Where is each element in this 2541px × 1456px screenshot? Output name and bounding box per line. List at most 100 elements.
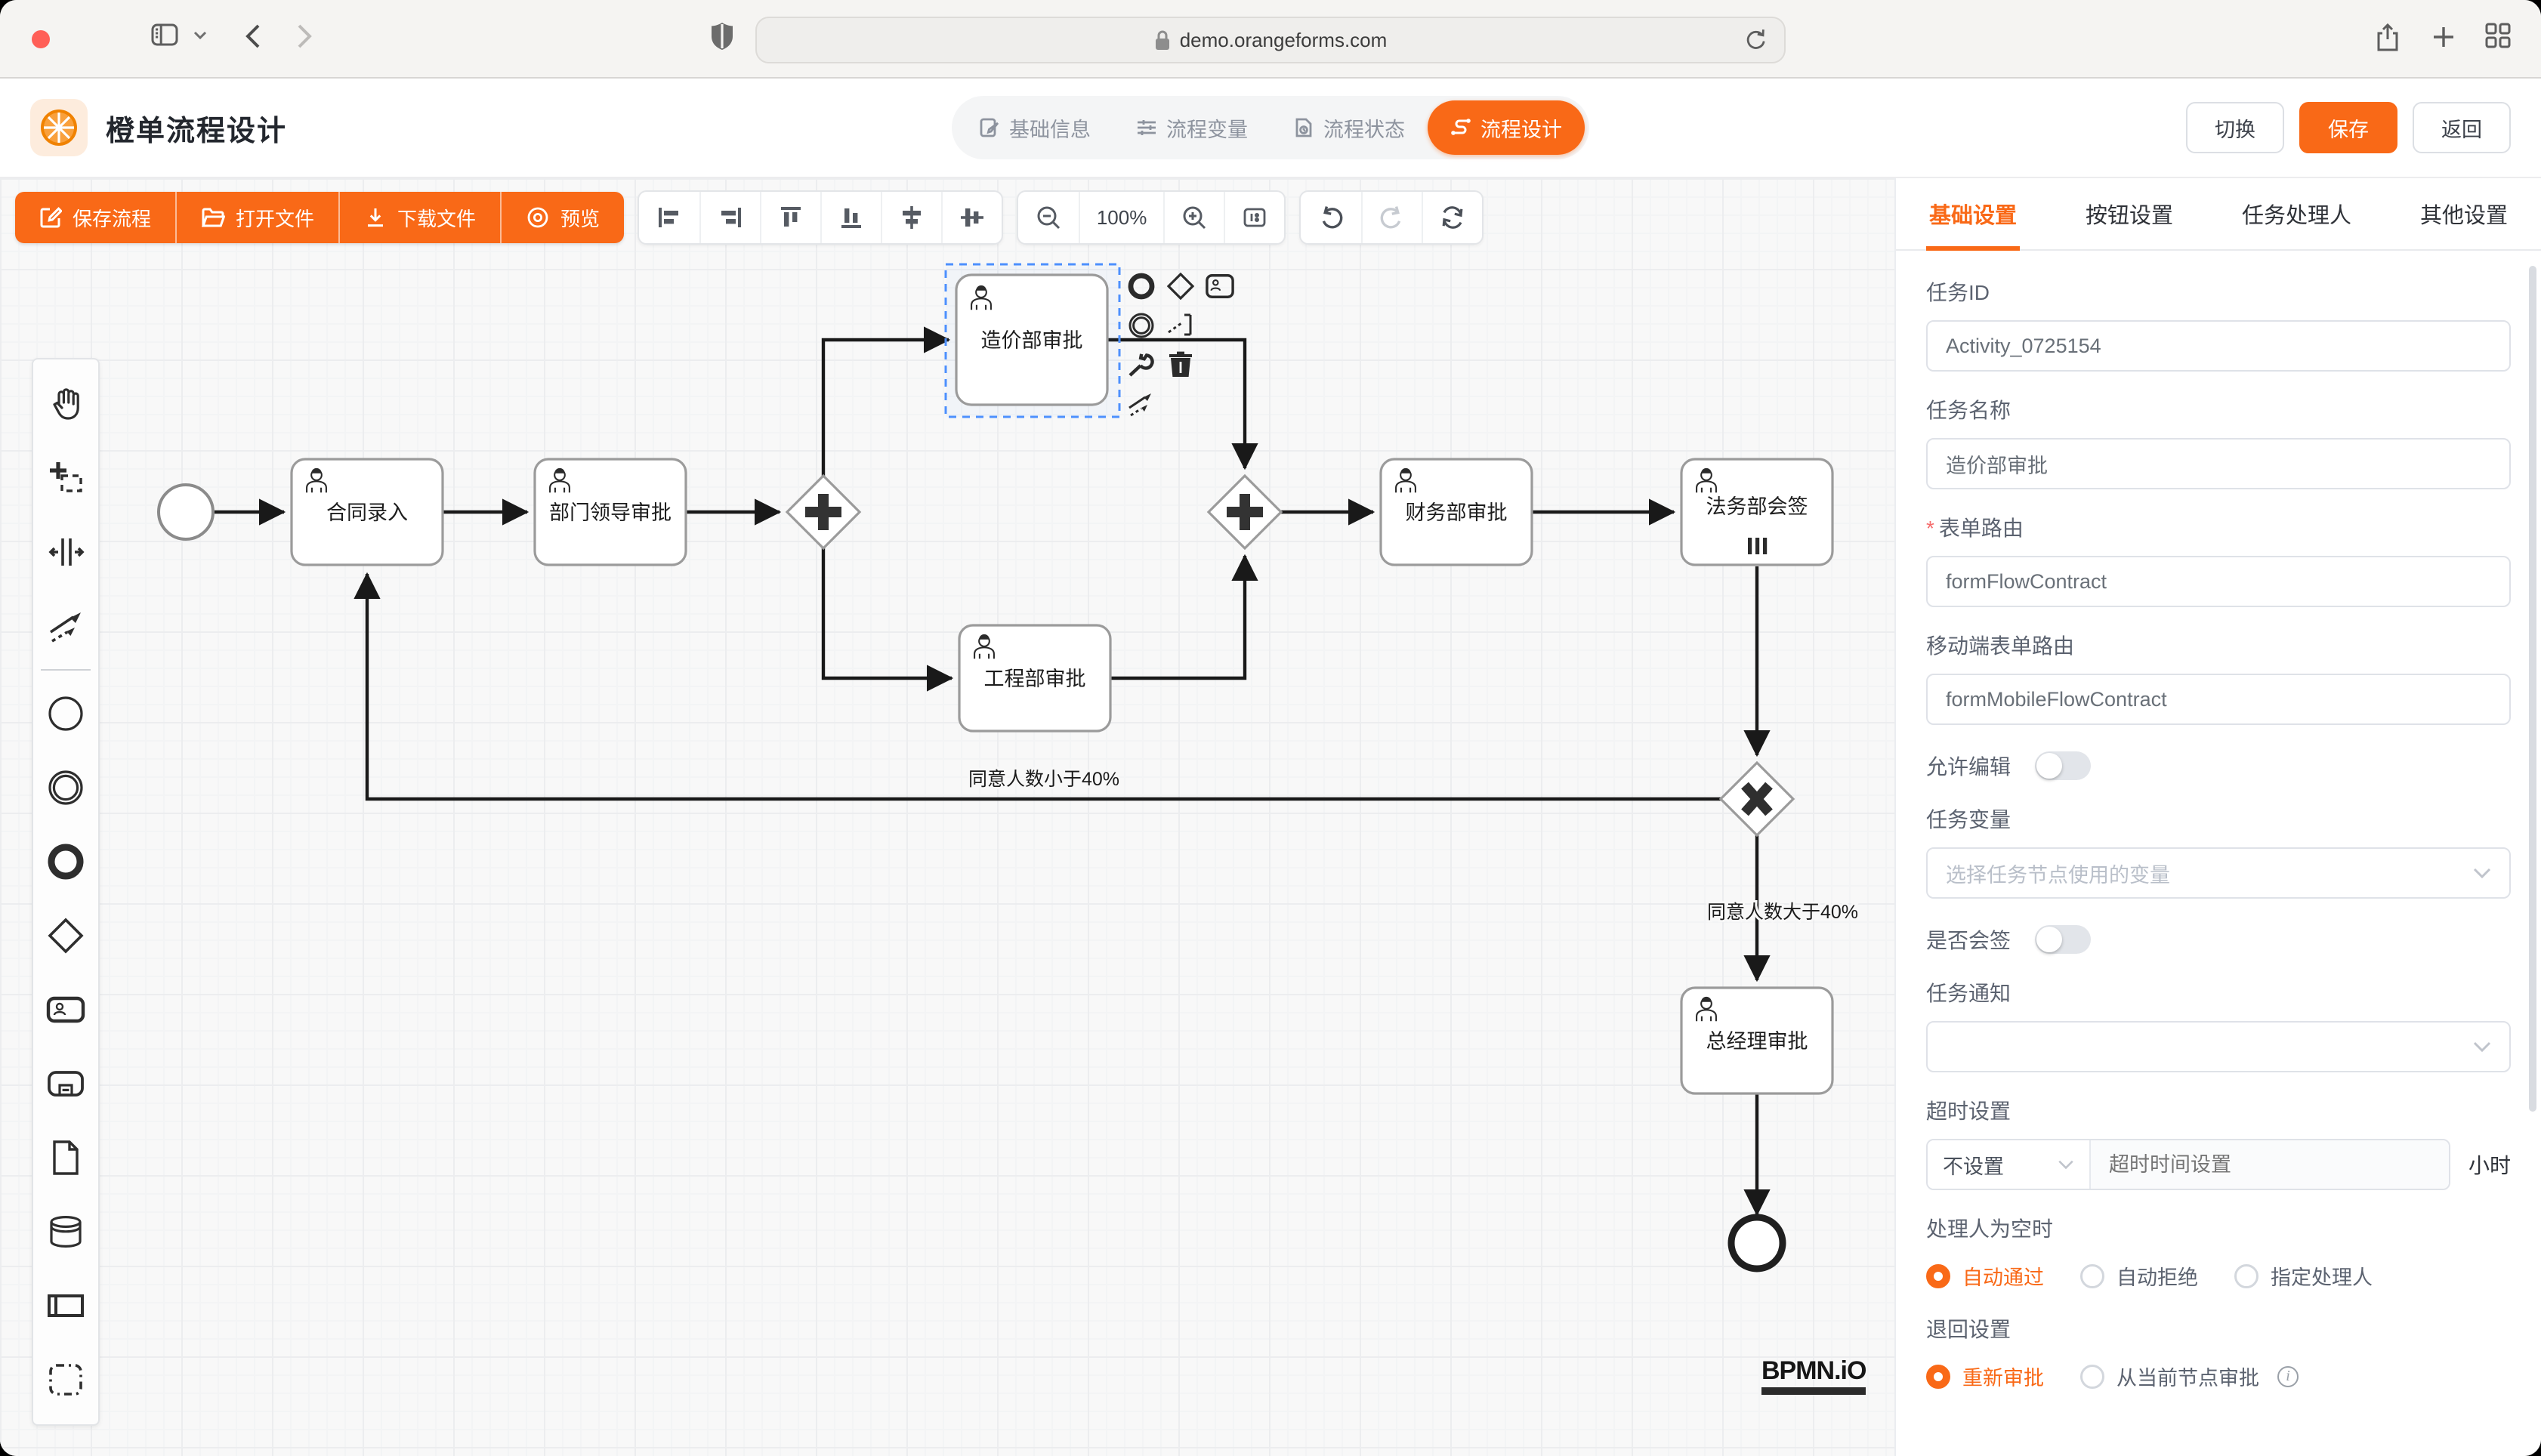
start-event[interactable] — [159, 485, 213, 539]
datastore-icon[interactable] — [32, 1195, 100, 1269]
forward-icon[interactable] — [296, 23, 313, 50]
parallel-gateway-split[interactable] — [787, 476, 860, 548]
end-event[interactable] — [1731, 1217, 1783, 1269]
zoom-out-icon[interactable] — [1018, 192, 1079, 243]
edge-label-reject[interactable]: 同意人数小于40% — [968, 769, 1119, 790]
task-variable-select[interactable]: 选择任务节点使用的变量 — [1926, 847, 2511, 899]
task-engineering-dept-approval[interactable]: 工程部审批 — [959, 625, 1110, 731]
lasso-tool-icon[interactable] — [32, 441, 100, 515]
back-icon[interactable] — [245, 23, 261, 50]
intermediate-event-icon[interactable] — [32, 751, 100, 825]
append-intermediate-event-icon[interactable] — [1127, 311, 1156, 340]
zoom-window-button[interactable] — [0, 30, 18, 48]
bpmn-canvas[interactable]: 同意人数小于40% 同意人数大于40% 合同录入 部门领导审批 — [0, 178, 1894, 1456]
append-annotation-icon[interactable] — [1166, 311, 1195, 340]
mobile-form-route-input[interactable] — [1926, 674, 2511, 725]
task-name-input[interactable] — [1926, 438, 2511, 489]
redo-icon[interactable] — [1361, 192, 1422, 243]
edge-gateway1-to-cost[interactable] — [823, 340, 949, 476]
gateway-icon[interactable] — [32, 899, 100, 973]
close-window-button[interactable] — [32, 30, 50, 48]
radio-re-approve[interactable]: 重新审批 — [1926, 1362, 2044, 1391]
task-finance-dept-approval[interactable]: 财务部审批 — [1381, 459, 1532, 565]
append-user-task-icon[interactable] — [1206, 272, 1234, 301]
tab-flow-design[interactable]: 流程设计 — [1428, 100, 1585, 155]
file-icon[interactable] — [32, 1121, 100, 1195]
reset-icon[interactable] — [1422, 192, 1482, 243]
align-bottom-icon[interactable] — [820, 192, 881, 243]
new-tab-icon[interactable] — [2432, 26, 2455, 48]
timeout-mode-select[interactable]: 不设置 — [1928, 1140, 2091, 1189]
task-legal-dept-countersign[interactable]: 法务部会签 — [1681, 459, 1832, 565]
align-vertical-center-icon[interactable] — [941, 192, 1002, 243]
tab-basic-settings[interactable]: 基础设置 — [1929, 178, 2017, 249]
zoom-level[interactable]: 100% — [1079, 192, 1163, 243]
header-nav-tabs: 基础信息 流程变量 流程状态 流程设计 — [952, 96, 1589, 159]
connect-icon[interactable] — [1127, 390, 1156, 418]
parallel-gateway-join[interactable] — [1209, 476, 1281, 548]
exclusive-gateway[interactable] — [1721, 763, 1793, 835]
info-icon[interactable]: i — [2277, 1366, 2299, 1387]
pool-icon[interactable] — [32, 1269, 100, 1343]
tab-flow-variables[interactable]: 流程变量 — [1113, 100, 1270, 155]
switch-button[interactable]: 切换 — [2186, 102, 2284, 153]
task-general-manager-approval[interactable]: 总经理审批 — [1681, 988, 1832, 1094]
save-flow-button[interactable]: 保存流程 — [15, 192, 175, 243]
tabs-overview-icon[interactable] — [2485, 23, 2511, 48]
task-contract-entry[interactable]: 合同录入 — [292, 459, 443, 565]
fit-viewport-icon[interactable] — [1224, 192, 1284, 243]
tab-basic-info[interactable]: 基础信息 — [956, 100, 1113, 155]
radio-assign-handler[interactable]: 指定处理人 — [2234, 1261, 2373, 1291]
preview-button[interactable]: 预览 — [500, 192, 624, 243]
bpmn-io-watermark[interactable]: BPMN.iO — [1761, 1356, 1866, 1395]
space-tool-icon[interactable] — [32, 515, 100, 589]
append-gateway-icon[interactable] — [1166, 272, 1195, 301]
tab-task-assignee[interactable]: 任务处理人 — [2242, 178, 2351, 249]
task-dept-leader-approval[interactable]: 部门领导审批 — [535, 459, 686, 565]
undo-icon[interactable] — [1301, 192, 1361, 243]
panel-scrollbar[interactable] — [2529, 266, 2536, 1112]
trash-icon[interactable] — [1166, 350, 1195, 379]
user-task-icon[interactable] — [32, 973, 100, 1047]
tab-flow-status[interactable]: 流程状态 — [1270, 100, 1428, 155]
start-event-icon[interactable] — [32, 677, 100, 751]
open-file-button[interactable]: 打开文件 — [175, 192, 338, 243]
subprocess-icon[interactable] — [32, 1047, 100, 1121]
task-id-input[interactable] — [1926, 320, 2511, 372]
end-event-icon[interactable] — [32, 825, 100, 899]
edge-engineering-to-gateway2[interactable] — [1110, 556, 1245, 678]
tab-other-settings[interactable]: 其他设置 — [2420, 178, 2508, 249]
align-horizontal-center-icon[interactable] — [881, 192, 941, 243]
address-bar[interactable]: demo.orangeforms.com — [755, 17, 1786, 63]
align-left-icon[interactable] — [639, 192, 699, 243]
tab-button-settings[interactable]: 按钮设置 — [2086, 178, 2173, 249]
edge-label-approve[interactable]: 同意人数大于40% — [1707, 902, 1858, 923]
zoom-in-icon[interactable] — [1163, 192, 1224, 243]
chevron-down-icon[interactable] — [193, 30, 207, 41]
save-button[interactable]: 保存 — [2299, 102, 2397, 153]
connect-tool-icon[interactable] — [32, 589, 100, 663]
countersign-toggle[interactable] — [2035, 925, 2091, 954]
reload-icon[interactable] — [1743, 27, 1769, 53]
download-file-button[interactable]: 下载文件 — [338, 192, 500, 243]
group-icon[interactable] — [32, 1343, 100, 1417]
form-route-input[interactable] — [1926, 556, 2511, 607]
align-top-icon[interactable] — [760, 192, 820, 243]
sidebar-icon[interactable] — [151, 23, 178, 47]
edge-gateway1-to-engineering[interactable] — [823, 548, 952, 678]
reject-setting-radios: 重新审批 从当前节点审批i — [1926, 1362, 2511, 1391]
back-button[interactable]: 返回 — [2413, 102, 2511, 153]
radio-auto-reject[interactable]: 自动拒绝 — [2080, 1261, 2198, 1291]
wrench-icon[interactable] — [1127, 350, 1156, 379]
radio-auto-approve[interactable]: 自动通过 — [1926, 1261, 2044, 1291]
radio-from-current-node[interactable]: 从当前节点审批i — [2080, 1362, 2299, 1391]
timeout-value-input[interactable] — [2091, 1140, 2449, 1189]
align-right-icon[interactable] — [699, 192, 760, 243]
shield-icon[interactable] — [710, 21, 734, 51]
task-notify-select[interactable] — [1926, 1021, 2511, 1072]
allow-edit-toggle[interactable] — [2035, 751, 2091, 780]
task-cost-dept-approval[interactable]: 造价部审批 — [956, 275, 1107, 405]
hand-tool-icon[interactable] — [32, 367, 100, 441]
append-end-event-icon[interactable] — [1127, 272, 1156, 301]
share-icon[interactable] — [2375, 23, 2401, 53]
